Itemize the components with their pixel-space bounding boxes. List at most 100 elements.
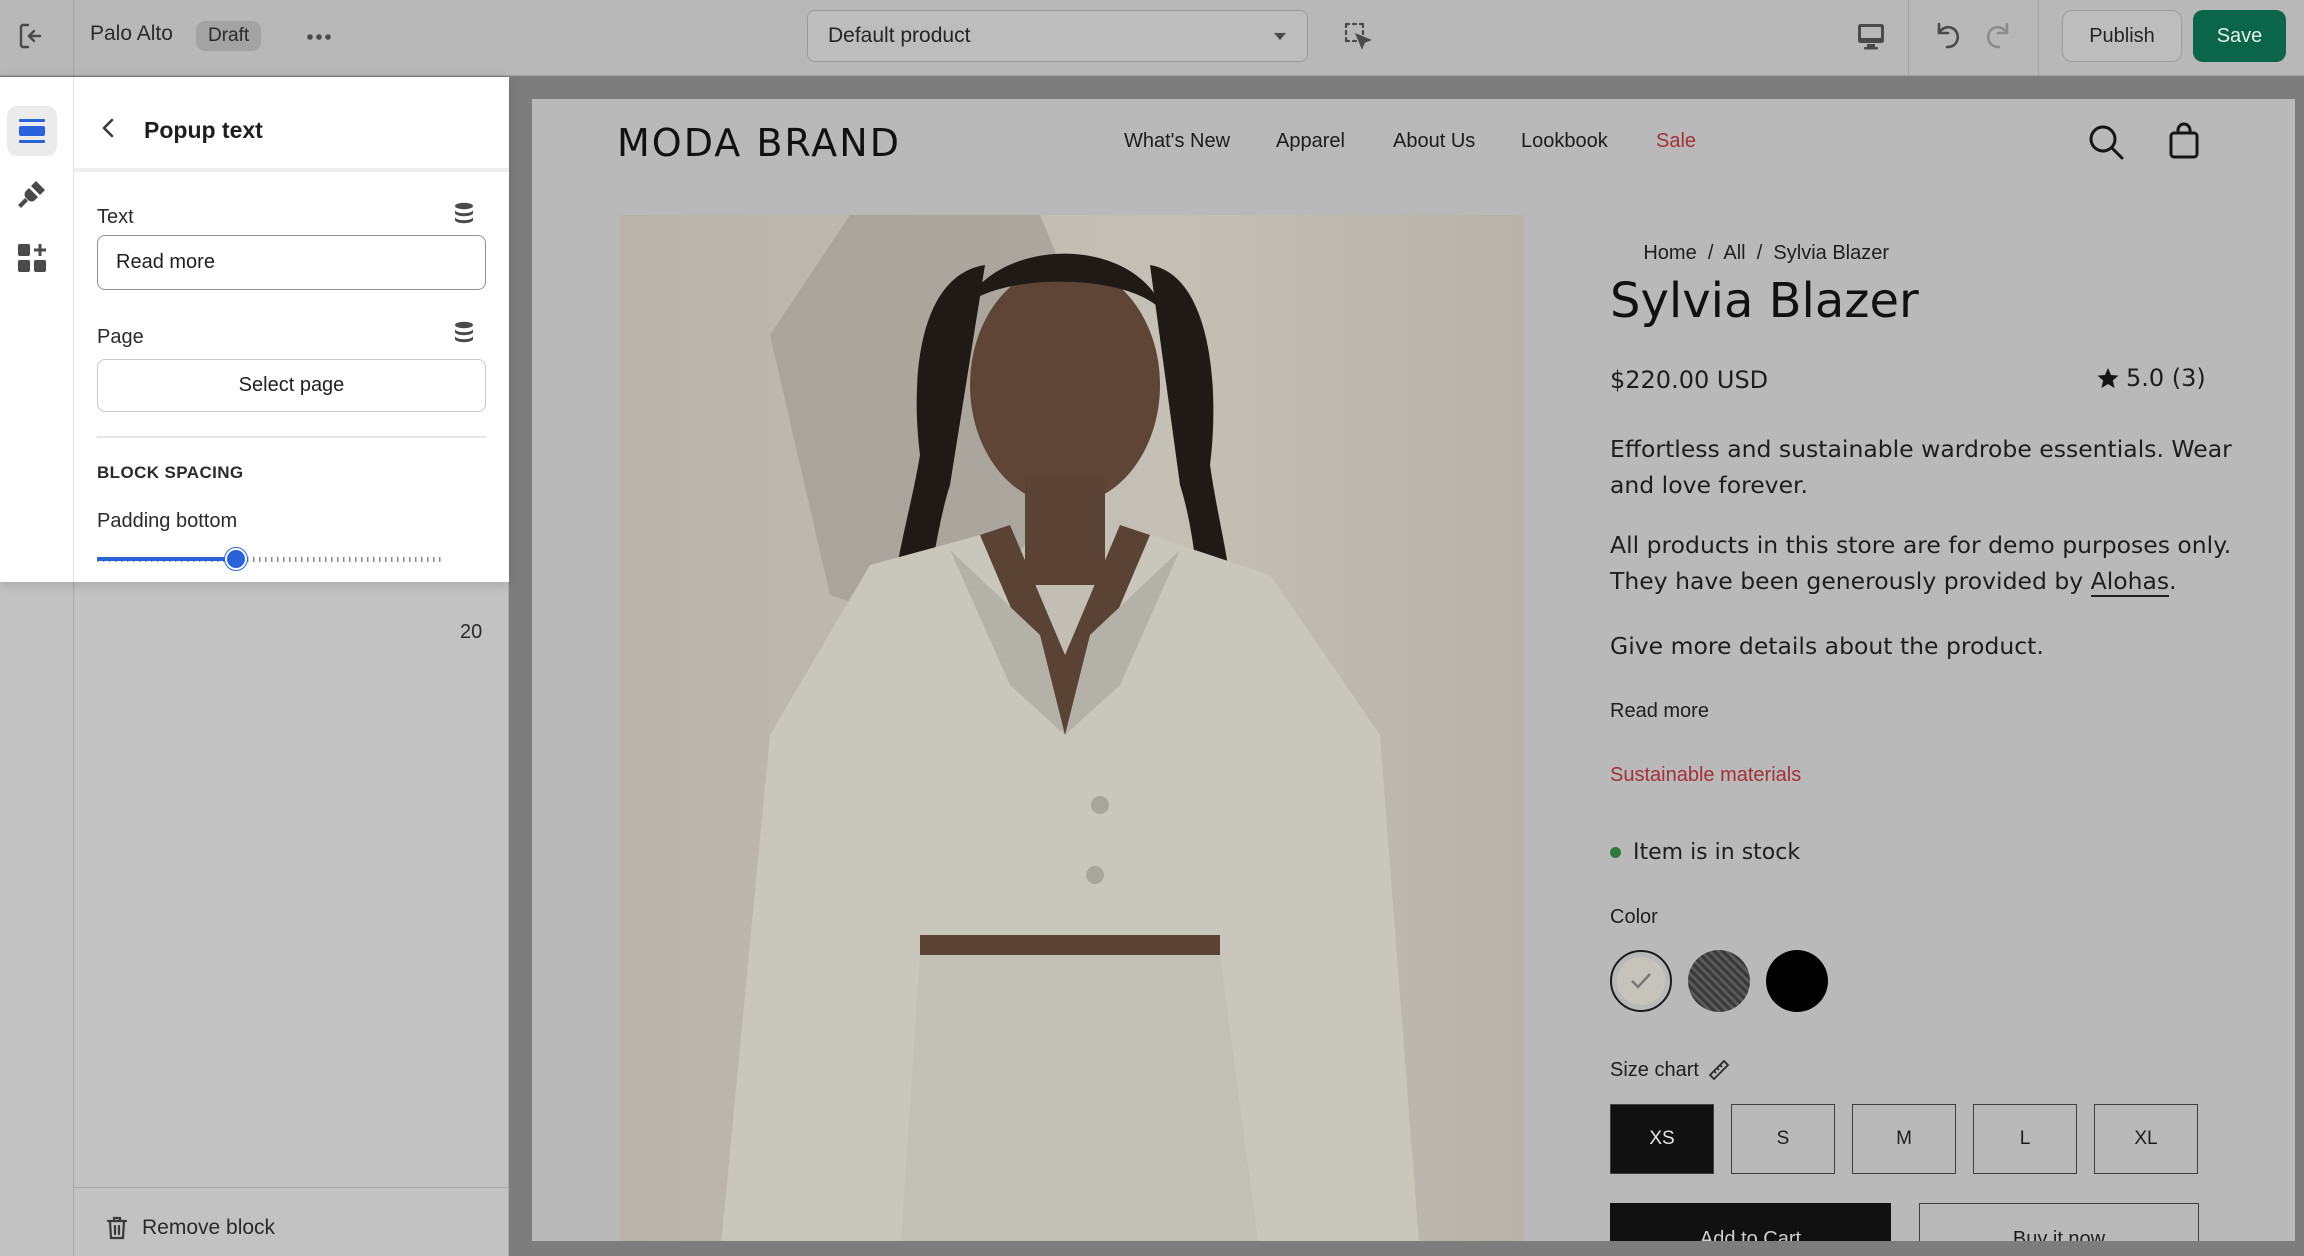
size-option-s[interactable]: S xyxy=(1731,1104,1835,1174)
rating[interactable]: 5.0 (3) xyxy=(2096,364,2206,392)
save-button[interactable]: Save xyxy=(2193,10,2286,62)
breadcrumb-sep: / xyxy=(1696,242,1724,264)
save-label: Save xyxy=(2216,24,2263,47)
template-select[interactable]: Default product xyxy=(807,10,1308,62)
exit-icon[interactable] xyxy=(16,20,48,52)
sections-icon xyxy=(17,116,47,146)
store-preview: MODA BRAND What's New Apparel About Us L… xyxy=(532,99,2295,1241)
size-option-m[interactable]: M xyxy=(1852,1104,1956,1174)
size-label: XS xyxy=(1649,1128,1675,1149)
color-swatch-grey[interactable] xyxy=(1688,950,1750,1012)
theme-settings-icon[interactable] xyxy=(16,178,48,210)
buy-now-label: Buy it now xyxy=(2012,1228,2106,1241)
read-more-popup-link[interactable]: Read more xyxy=(1610,700,1709,723)
swatch-fill xyxy=(1617,957,1665,1005)
description-line: Effortless and sustainable wardrobe esse… xyxy=(1610,435,2232,463)
padding-bottom-slider[interactable] xyxy=(97,547,445,571)
size-label: S xyxy=(1776,1128,1790,1149)
product-price: $220.00 USD xyxy=(1610,366,1769,394)
product-title: Sylvia Blazer xyxy=(1610,273,1919,329)
page-field-label: Page xyxy=(97,326,144,348)
model-illustration xyxy=(721,215,1419,1241)
breadcrumb-home[interactable]: Home xyxy=(1643,242,1696,264)
alohas-link[interactable]: Alohas xyxy=(2090,567,2170,597)
add-to-cart-button[interactable]: Add to Cart xyxy=(1610,1203,1891,1241)
nav-about-us[interactable]: About Us xyxy=(1393,130,1475,153)
breadcrumb-all[interactable]: All xyxy=(1723,242,1745,264)
rating-text: 5.0 (3) xyxy=(2126,364,2206,392)
back-button[interactable] xyxy=(96,115,122,141)
description-line: Give more details about the product. xyxy=(1610,632,2044,660)
buy-now-button[interactable]: Buy it now xyxy=(1919,1203,2199,1241)
redo-icon[interactable] xyxy=(1982,18,2016,52)
padding-bottom-value: 20 xyxy=(460,621,483,643)
text-input[interactable]: Read more xyxy=(97,235,486,290)
select-page-button[interactable]: Select page xyxy=(97,359,486,412)
divider xyxy=(2038,0,2039,76)
desktop-view-icon[interactable] xyxy=(1855,20,1887,52)
nav-lookbook[interactable]: Lookbook xyxy=(1521,130,1608,153)
breadcrumb-sep: / xyxy=(1745,242,1774,264)
nav-whats-new[interactable]: What's New xyxy=(1124,130,1230,153)
color-label: Color xyxy=(1610,906,1658,928)
size-label: M xyxy=(1896,1128,1912,1149)
publish-button[interactable]: Publish xyxy=(2062,10,2182,62)
divider xyxy=(97,436,486,438)
add-to-cart-label: Add to Cart xyxy=(1699,1228,1802,1241)
sections-tab[interactable] xyxy=(7,106,57,156)
popup-text-panel: Popup text Text Read more Page Select pa… xyxy=(0,77,509,643)
brand-logo[interactable]: MODA BRAND xyxy=(617,121,901,165)
select-element-icon[interactable] xyxy=(1342,20,1374,52)
caret-down-icon xyxy=(1273,31,1287,41)
more-actions-icon[interactable] xyxy=(304,22,334,52)
product-image[interactable] xyxy=(620,215,1524,1241)
block-spacing-heading: BLOCK SPACING xyxy=(97,463,244,482)
template-select-value: Default product xyxy=(828,24,971,47)
cart-bag-icon[interactable] xyxy=(2168,122,2200,160)
dynamic-source-icon[interactable] xyxy=(452,320,476,344)
chevron-left-icon xyxy=(96,115,122,141)
color-swatch-black[interactable] xyxy=(1766,950,1828,1012)
description-line: All products in this store are for demo … xyxy=(1610,531,2232,559)
storefront: MODA BRAND What's New Apparel About Us L… xyxy=(532,99,2295,1241)
trash-icon xyxy=(106,1216,128,1240)
divider xyxy=(74,168,509,172)
status-badge: Draft xyxy=(196,21,262,51)
sustainable-materials-link[interactable]: Sustainable materials xyxy=(1610,764,1801,787)
divider xyxy=(73,0,74,76)
color-swatch-white[interactable] xyxy=(1610,950,1672,1012)
top-bar: Palo Alto Draft Default product Publish … xyxy=(0,0,2304,76)
store-name: Palo Alto xyxy=(90,22,173,45)
slider-fill xyxy=(97,557,237,561)
size-label: XL xyxy=(2134,1128,2158,1149)
ruler-icon xyxy=(1707,1058,1731,1082)
panel-title: Popup text xyxy=(144,117,263,143)
text-field-label: Text xyxy=(97,206,134,228)
size-option-l[interactable]: L xyxy=(1973,1104,2077,1174)
description-text: They have been generously provided by xyxy=(1610,567,2091,595)
remove-block-label: Remove block xyxy=(142,1216,276,1239)
description-line: and love forever. xyxy=(1610,471,1809,499)
description-text: . xyxy=(2169,567,2177,595)
nav-apparel[interactable]: Apparel xyxy=(1276,130,1345,153)
dynamic-source-icon[interactable] xyxy=(452,201,476,225)
size-chart-label: Size chart xyxy=(1610,1058,1699,1081)
description-line: They have been generously provided by Al… xyxy=(1610,563,2177,599)
stock-indicator: Item is in stock xyxy=(1610,840,1800,865)
size-chart-link[interactable]: Size chart xyxy=(1610,1058,1731,1082)
stock-text: Item is in stock xyxy=(1633,840,1801,865)
slider-thumb[interactable] xyxy=(225,548,248,570)
search-icon[interactable] xyxy=(2087,123,2125,161)
size-option-xs[interactable]: XS xyxy=(1610,1104,1714,1174)
apps-icon[interactable] xyxy=(16,242,48,274)
size-option-xl[interactable]: XL xyxy=(2094,1104,2198,1174)
remove-block-button[interactable]: Remove block xyxy=(106,1210,275,1246)
check-icon xyxy=(1630,972,1652,990)
stock-dot-icon xyxy=(1610,847,1621,858)
divider xyxy=(74,1187,509,1188)
publish-label: Publish xyxy=(2089,24,2155,47)
left-rail-active xyxy=(0,77,74,582)
breadcrumb-current: Sylvia Blazer xyxy=(1773,242,1890,264)
nav-sale[interactable]: Sale xyxy=(1656,130,1696,153)
undo-icon[interactable] xyxy=(1930,18,1964,52)
